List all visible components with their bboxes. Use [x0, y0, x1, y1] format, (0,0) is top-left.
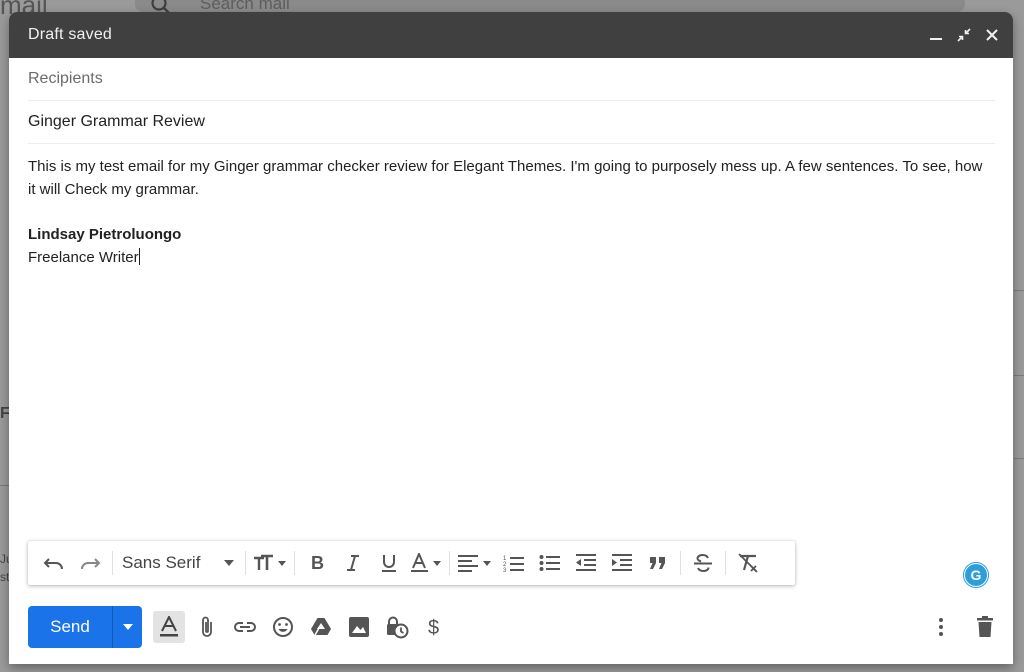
confidential-mode-icon[interactable] — [381, 611, 413, 643]
background-divider — [1014, 375, 1024, 376]
remove-formatting-icon[interactable] — [733, 548, 763, 578]
quote-icon[interactable] — [643, 548, 673, 578]
close-icon[interactable] — [983, 26, 1001, 44]
discard-draft-icon[interactable] — [969, 611, 1001, 643]
formatting-options-icon[interactable] — [153, 611, 185, 643]
text-color-icon[interactable] — [410, 548, 442, 578]
toolbar-divider — [294, 551, 295, 575]
bottom-toolbar-icons: $ — [153, 611, 451, 643]
chevron-down-icon — [224, 560, 234, 566]
indent-more-icon[interactable] — [607, 548, 637, 578]
schedule-send-dropdown[interactable] — [112, 606, 142, 648]
subject-field[interactable]: Ginger Grammar Review — [28, 101, 995, 144]
recipients-placeholder: Recipients — [28, 70, 103, 87]
toolbar-divider — [245, 551, 246, 575]
undo-icon[interactable] — [39, 548, 69, 578]
exit-fullscreen-icon[interactable] — [955, 26, 973, 44]
numbered-list-icon[interactable]: 123 — [499, 548, 529, 578]
message-body[interactable]: This is my test email for my Ginger gram… — [28, 156, 991, 269]
signature: Lindsay Pietroluongo Freelance Writer — [28, 224, 991, 269]
svg-text:3: 3 — [503, 568, 507, 573]
toolbar-divider — [449, 551, 450, 575]
signature-title: Freelance Writer — [28, 248, 139, 266]
window-controls — [927, 26, 1001, 44]
dollar-icon[interactable]: $ — [419, 611, 451, 643]
more-options-icon[interactable] — [925, 611, 957, 643]
underline-icon[interactable] — [374, 548, 404, 578]
svg-text:B: B — [311, 554, 324, 572]
text-cursor — [138, 247, 140, 265]
bottom-right-actions — [925, 611, 1001, 643]
svg-text:$: $ — [428, 617, 439, 639]
redo-icon[interactable] — [75, 548, 105, 578]
attach-file-icon[interactable] — [191, 611, 223, 643]
signature-name: Lindsay Pietroluongo — [28, 226, 182, 243]
chevron-down-icon — [122, 624, 133, 630]
google-drive-icon[interactable] — [305, 611, 337, 643]
subject-text: Ginger Grammar Review — [28, 113, 205, 130]
recipients-field[interactable]: Recipients — [28, 58, 995, 101]
compose-bottom-bar: Send $ — [28, 606, 1001, 648]
strikethrough-icon[interactable] — [688, 548, 718, 578]
background-divider — [1014, 458, 1024, 459]
bulleted-list-icon[interactable] — [535, 548, 565, 578]
compose-window: Draft saved Recipients Ginger Grammar Re… — [9, 12, 1013, 664]
body-paragraph: This is my test email for my Ginger gram… — [28, 158, 983, 198]
compose-title: Draft saved — [28, 26, 113, 43]
font-family-value: Sans Serif — [122, 553, 201, 572]
background-divider — [1014, 290, 1024, 291]
compose-titlebar[interactable]: Draft saved — [9, 12, 1013, 58]
send-button-group: Send — [28, 606, 142, 648]
send-button[interactable]: Send — [28, 606, 112, 648]
insert-link-icon[interactable] — [229, 611, 261, 643]
formatting-toolbar: Sans Serif B 123 — [28, 541, 795, 585]
font-family-select[interactable]: Sans Serif — [120, 548, 238, 578]
grammarly-extension-icon[interactable]: G — [964, 563, 988, 587]
bold-icon[interactable]: B — [302, 548, 332, 578]
insert-photo-icon[interactable] — [343, 611, 375, 643]
toolbar-divider — [112, 551, 113, 575]
italic-icon[interactable] — [338, 548, 368, 578]
indent-less-icon[interactable] — [571, 548, 601, 578]
toolbar-divider — [680, 551, 681, 575]
grammarly-letter: G — [970, 567, 982, 583]
align-icon[interactable] — [457, 548, 493, 578]
toolbar-divider — [725, 551, 726, 575]
signature-title-line: Freelance Writer — [28, 247, 991, 270]
text-size-icon[interactable] — [253, 548, 287, 578]
emoji-icon[interactable] — [267, 611, 299, 643]
minimize-icon[interactable] — [927, 26, 945, 44]
